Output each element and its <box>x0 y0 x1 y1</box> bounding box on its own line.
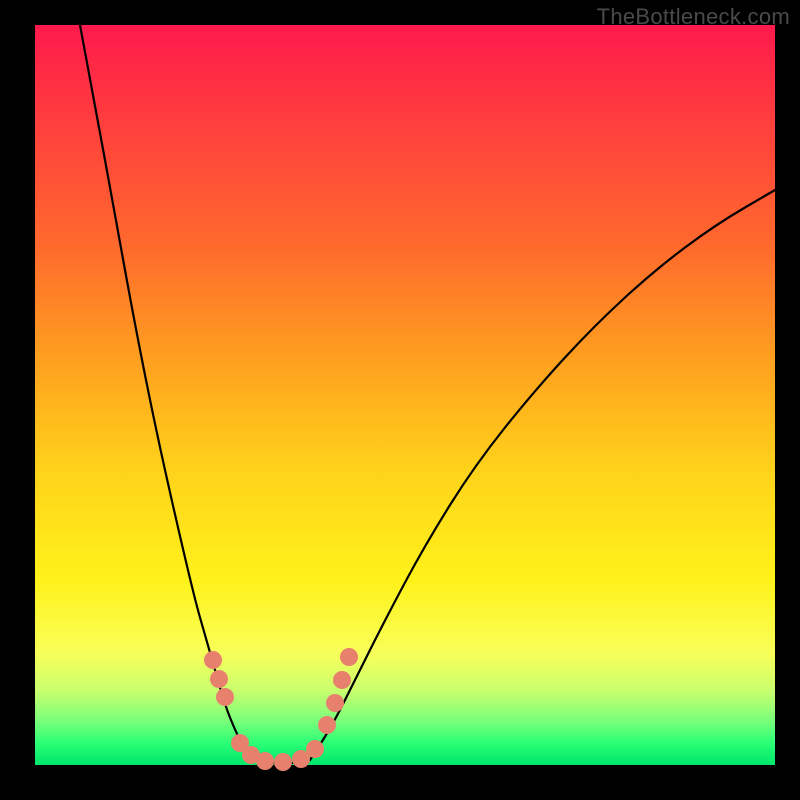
marker-dot <box>326 694 344 712</box>
marker-dot <box>274 753 292 771</box>
chart-svg <box>35 25 775 765</box>
curve-group <box>80 25 775 763</box>
marker-dot <box>256 752 274 770</box>
marker-dot <box>340 648 358 666</box>
marker-dot <box>318 716 336 734</box>
marker-dot <box>333 671 351 689</box>
chart-frame: TheBottleneck.com <box>0 0 800 800</box>
curve-left-branch <box>80 25 255 760</box>
marker-dot <box>216 688 234 706</box>
plot-area <box>35 25 775 765</box>
marker-dot <box>204 651 222 669</box>
marker-dot <box>210 670 228 688</box>
curve-right-branch <box>310 190 775 760</box>
watermark-text: TheBottleneck.com <box>597 4 790 30</box>
marker-dot <box>306 740 324 758</box>
